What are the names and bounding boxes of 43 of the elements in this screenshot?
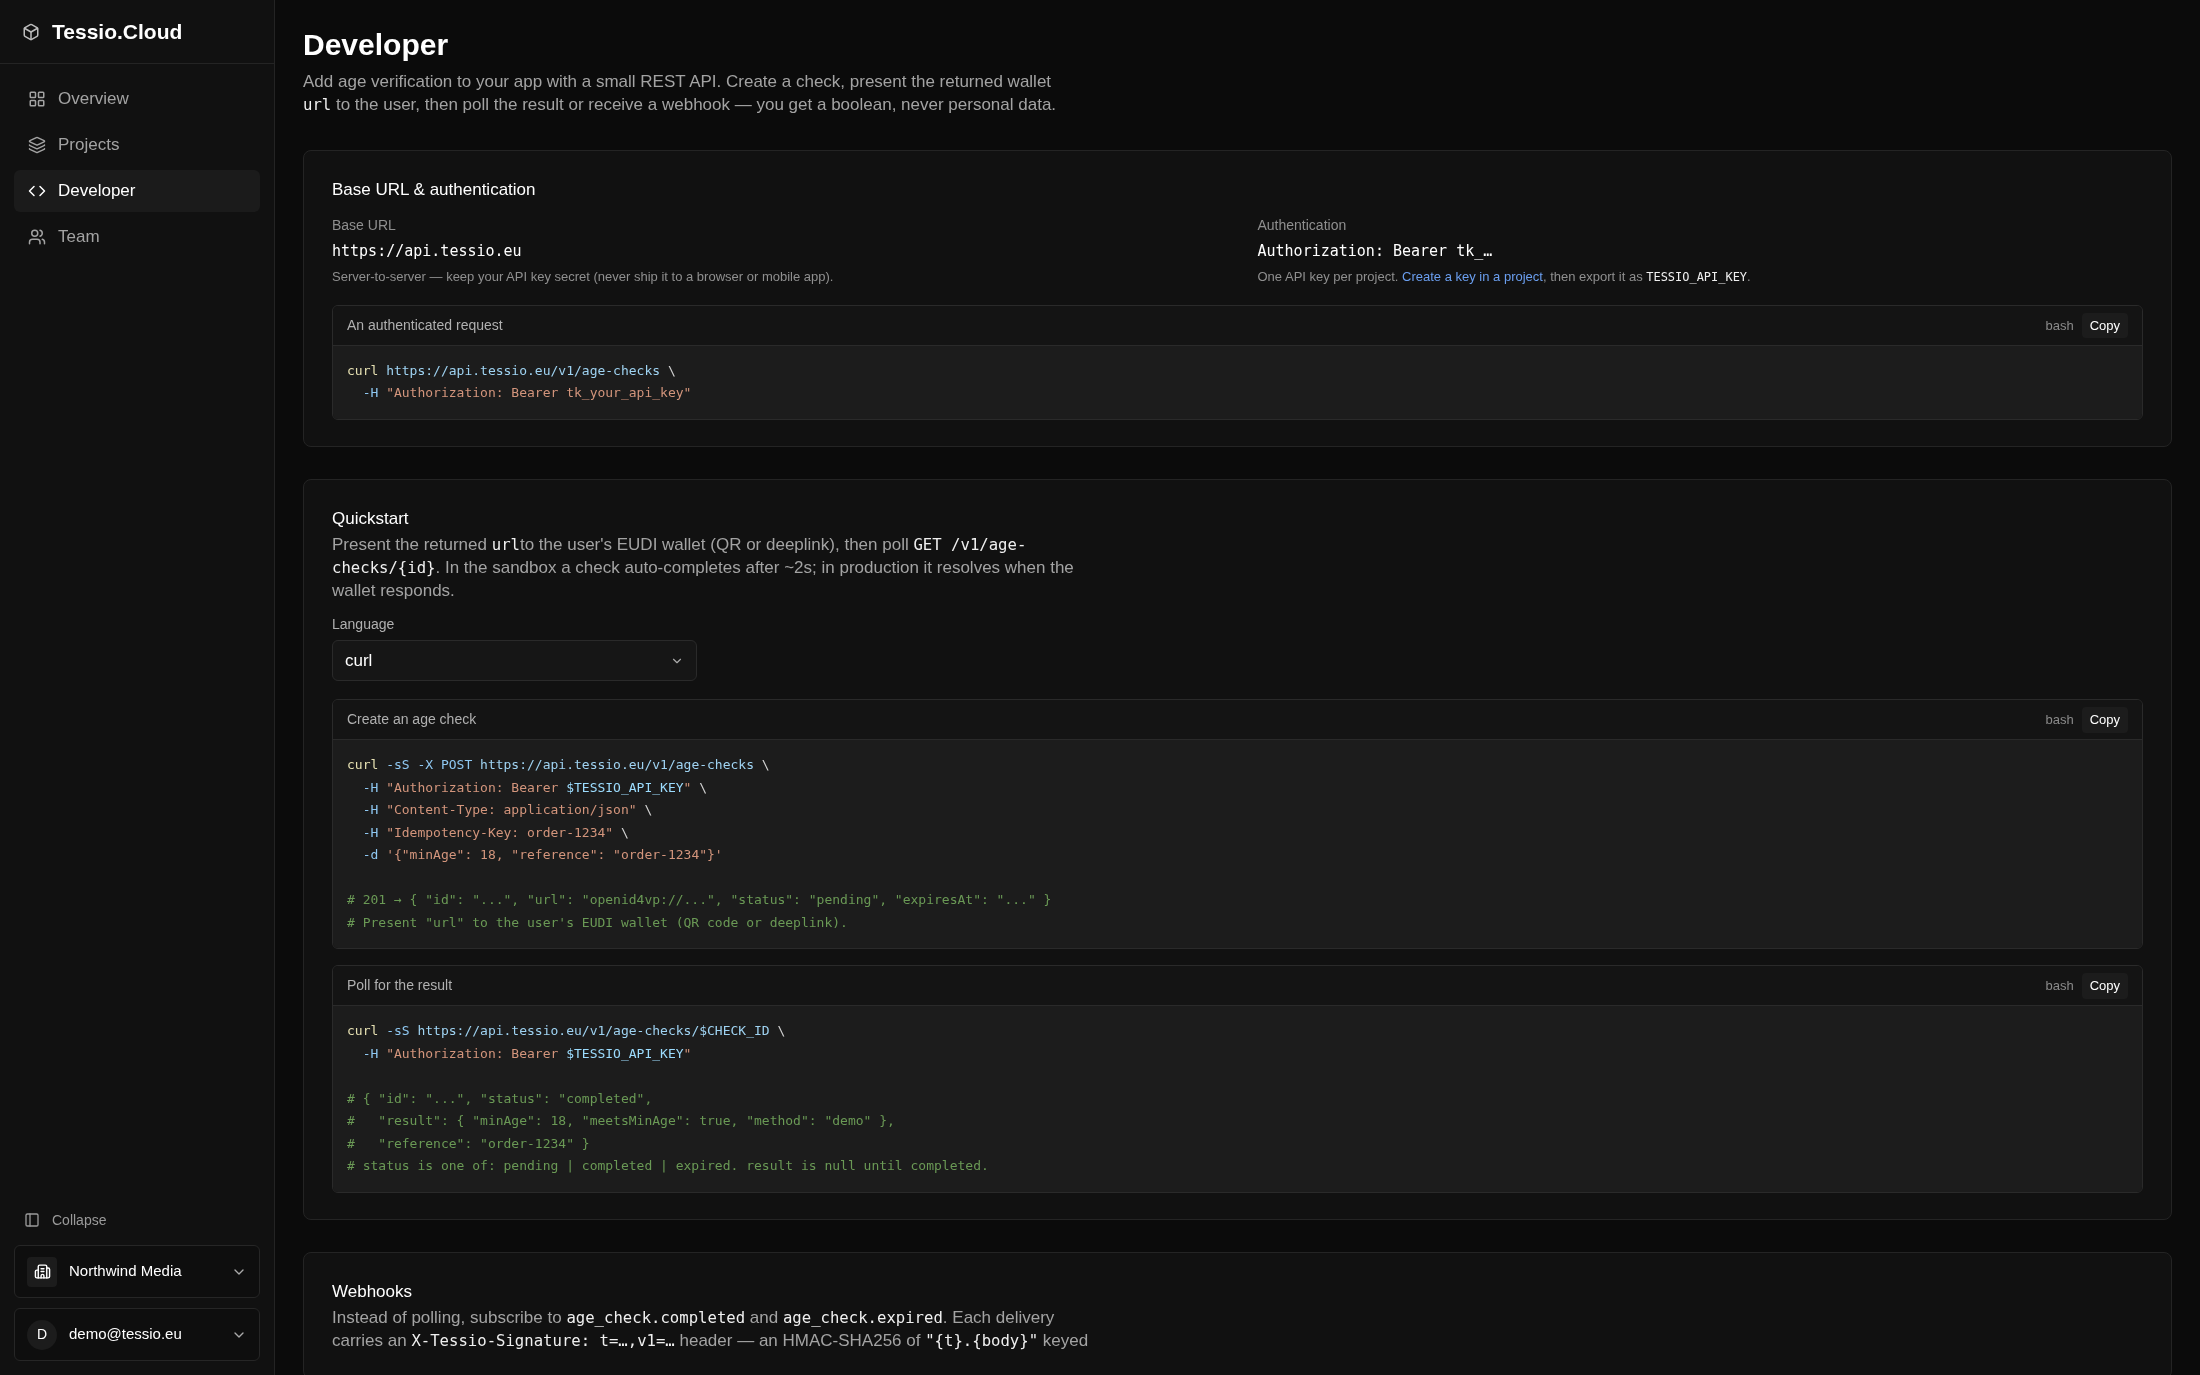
building-icon [27, 1256, 57, 1287]
code-block-title: An authenticated request [347, 315, 503, 335]
field-note: Server-to-server — keep your API key secret (never ship it to a browser or mobile app). [332, 268, 835, 286]
copy-button[interactable]: Copy [2081, 312, 2128, 339]
code-snippet: curl -sS https://api.tessio.eu/v1/age-checks/$CHECK_ID \ -H "Authorization: Bearer $TESSIO_API_KEY" # { "id": "...", "status": "completed", # "result": { "minAge": 18, "meetsMinAge": true, "method": "demo" }, # "reference": "order-1234" } # status is one of: pending | completed | expired. result is null until completed. [333, 1006, 2142, 1192]
section-description: Present the returned urlto the user's EUDI wallet (QR or deeplink), then poll GET /v1/age-checks/{id}. In the sandbox a check auto-completes after ~2s; in production it resolves when the wallet responds. [332, 534, 1075, 603]
user-avatar: D [27, 1319, 57, 1350]
people-icon [28, 228, 46, 246]
nav-item[interactable]: Team [14, 216, 260, 258]
code-block-title: Create an age check [347, 710, 477, 730]
page-title: Developer [303, 27, 450, 63]
language-label: bash [2045, 316, 2074, 335]
brand-name: Tessio.Cloud [52, 18, 183, 45]
organization-dropdown[interactable]: Northwind Media [14, 1245, 260, 1298]
panel-icon [24, 1212, 40, 1228]
nav-item[interactable]: Projects [14, 124, 260, 166]
field-value: Authorization: Bearer tk_… [1257, 240, 1494, 262]
create-key-link[interactable]: Create a key in a project [1402, 269, 1543, 284]
section-description: Instead of polling, subscribe to age_check.completed and age_check.expired. Each delivery carries an X-Tessio-Signature: t=…,v1=… header — an HMAC-SHA256 of "{t}.{body}" keyed [332, 1307, 1090, 1353]
page-description: Add age verification to your app with a small REST API. Create a check, present the returned wallet url to the user, then poll the result or receive a webhook — you get a boolean, never personal data. [303, 71, 1058, 116]
grid-icon [28, 90, 46, 108]
field-label: Base URL [332, 215, 397, 235]
field-value: https://api.tessio.eu [332, 240, 523, 262]
nav-item[interactable]: Overview [14, 78, 260, 120]
copy-button[interactable]: Copy [2081, 973, 2128, 999]
language-label: bash [2045, 977, 2074, 996]
section-title: Base URL & authentication [332, 179, 537, 201]
collapse-button[interactable]: Collapse [14, 1205, 260, 1235]
nav-item[interactable]: Developer [14, 170, 260, 212]
copy-button[interactable]: Copy [2081, 707, 2128, 733]
language-select[interactable]: curl [332, 640, 697, 682]
logo-icon [22, 22, 40, 41]
section-title: Quickstart [332, 507, 410, 530]
field-note: One API key per project. Create a key in a project, then export it as TESSIO_API_KEY. [1257, 268, 1752, 286]
account-dropdown[interactable]: D demo@tessio.eu [14, 1308, 260, 1361]
field-label: Language [332, 615, 396, 635]
section-title: Webhooks [332, 1280, 413, 1303]
code-block-title: Poll for the result [347, 976, 453, 996]
language-label: bash [2045, 711, 2074, 730]
layers-icon [28, 136, 46, 154]
field-label: Authentication [1257, 215, 1348, 235]
code-snippet: curl https://api.tessio.eu/v1/age-checks \ -H "Authorization: Bearer tk_your_api_key" [333, 345, 2142, 419]
code-snippet: curl -sS -X POST https://api.tessio.eu/v1/age-checks \ -H "Authorization: Bearer $TESSIO_API_KEY" \ -H "Content-Type: application/json" \ -H "Idempotency-Key: order-1234" \ -d '{"minAge": 18, "reference": "order-1234"}' # 201 → { "id": "...", "url": "openid4vp://...", "status": "pending", "expiresAt": "..." } # Present "url" to the user's EUDI wallet (QR code or deeplink). [333, 740, 2142, 949]
